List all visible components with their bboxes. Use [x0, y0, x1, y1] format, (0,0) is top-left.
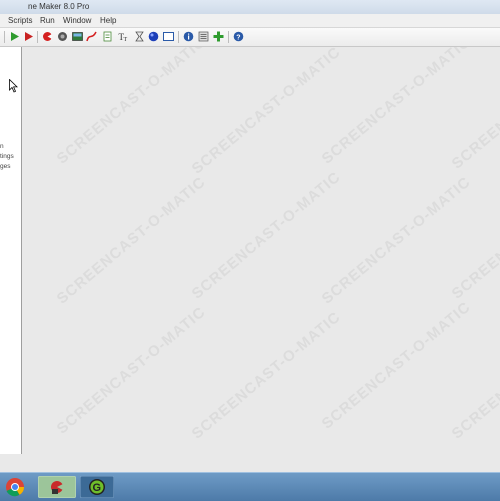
menu-run[interactable]: Run [40, 16, 55, 25]
extension-icon[interactable] [213, 31, 224, 42]
resource-tree-panel[interactable]: n tings ges [0, 47, 22, 454]
help-icon[interactable]: ? [233, 31, 244, 42]
toolbar-separator [228, 31, 229, 43]
settings-icon[interactable] [198, 31, 209, 42]
game-info-icon[interactable] [183, 31, 194, 42]
font-icon[interactable]: TT [118, 31, 129, 42]
menu-window[interactable]: Window [63, 16, 91, 25]
sidebar-line: tings [0, 153, 14, 160]
watermark-text: SCREENCAST-O-MATIC [53, 303, 209, 438]
main-workspace[interactable]: SCREENCAST-O-MATIC SCREENCAST-O-MATIC SCRE… [22, 47, 500, 454]
svg-text:?: ? [236, 35, 240, 42]
sound-icon[interactable] [57, 31, 68, 42]
watermark-text: SCREENCAST-O-MATIC [448, 308, 500, 443]
taskbar: G [0, 472, 500, 501]
path-icon[interactable] [86, 31, 97, 42]
chrome-icon[interactable] [2, 476, 28, 498]
watermark-text: SCREENCAST-O-MATIC [318, 47, 474, 168]
sprite-icon[interactable] [42, 31, 53, 42]
watermark-text: SCREENCAST-O-MATIC [53, 47, 209, 168]
toolbar-separator [4, 31, 5, 43]
gamemaker-gear-icon[interactable]: G [80, 476, 114, 498]
run-icon[interactable] [9, 31, 20, 42]
toolbar-separator [37, 31, 38, 43]
window-title: ne Maker 8.0 Pro [28, 2, 90, 11]
menu-help[interactable]: Help [100, 16, 116, 25]
sidebar-line: n [0, 143, 4, 150]
svg-text:G: G [93, 482, 102, 494]
script-icon[interactable] [102, 31, 113, 42]
toolbar: TT ? [0, 28, 500, 47]
toolbar-separator [178, 31, 179, 43]
background-icon[interactable] [72, 31, 83, 42]
sidebar-line: ges [0, 163, 11, 170]
watermark-text: SCREENCAST-O-MATIC [188, 168, 344, 303]
status-area [0, 454, 500, 472]
mouse-cursor-icon [9, 79, 18, 93]
run-debug-icon[interactable] [23, 31, 34, 42]
gamemaker-icon[interactable] [38, 476, 76, 498]
watermark-text: SCREENCAST-O-MATIC [53, 173, 209, 308]
object-icon[interactable] [148, 31, 159, 42]
menu-bar: Scripts Run Window Help [0, 14, 500, 28]
timeline-icon[interactable] [134, 31, 145, 42]
watermark-text: SCREENCAST-O-MATIC [448, 47, 500, 173]
title-bar: ne Maker 8.0 Pro [0, 0, 500, 15]
menu-scripts[interactable]: Scripts [8, 16, 32, 25]
svg-text:T: T [124, 37, 128, 42]
room-icon[interactable] [163, 31, 174, 42]
